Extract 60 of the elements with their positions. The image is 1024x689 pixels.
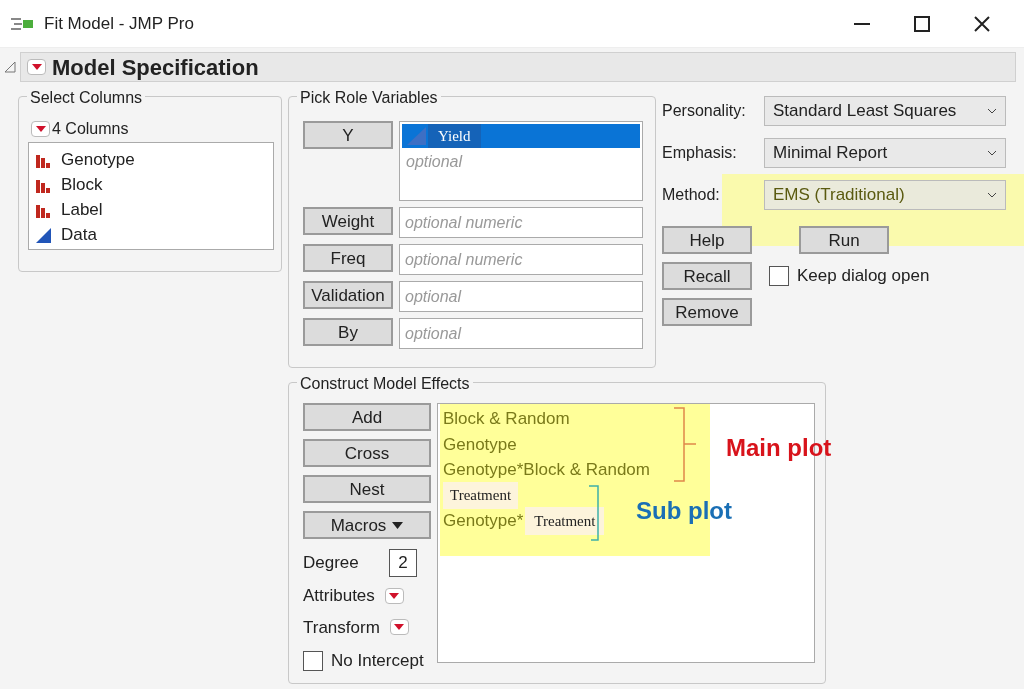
transform-label: Transform bbox=[303, 616, 380, 639]
column-item[interactable]: Label bbox=[29, 197, 273, 222]
degree-label: Degree bbox=[303, 552, 359, 575]
placeholder-text: optional bbox=[405, 152, 464, 172]
attributes-label: Attributes bbox=[303, 585, 375, 607]
effect-item[interactable]: Genotype*Block & Random bbox=[443, 457, 650, 483]
column-item[interactable]: Data bbox=[29, 222, 273, 247]
remove-button[interactable]: Remove bbox=[662, 298, 752, 326]
close-icon[interactable] bbox=[974, 15, 990, 32]
caret-icon bbox=[392, 521, 404, 529]
role-field[interactable]: optional bbox=[399, 318, 643, 349]
role-button[interactable]: Validation bbox=[303, 281, 393, 309]
checkbox-label: Keep dialog open bbox=[797, 265, 930, 288]
minimize-icon[interactable] bbox=[854, 22, 870, 25]
column-count: 4 Columns bbox=[52, 119, 129, 139]
role-button[interactable]: Y bbox=[303, 121, 393, 149]
dropdown[interactable]: Minimal Report bbox=[764, 138, 1006, 168]
recall-button[interactable]: Recall bbox=[662, 262, 752, 290]
maximize-icon[interactable] bbox=[914, 15, 930, 32]
effect-item[interactable]: Block & Random bbox=[443, 406, 570, 432]
role-item[interactable]: Yield bbox=[402, 124, 640, 148]
sub-plot-label: Sub plot bbox=[636, 496, 732, 526]
app-icon bbox=[10, 15, 36, 32]
role-field[interactable]: optional bbox=[399, 281, 643, 312]
column-item[interactable]: Genotype bbox=[29, 147, 273, 172]
dropdown[interactable]: EMS (Traditional) bbox=[764, 180, 1006, 210]
effect-item[interactable]: Genotype* bbox=[443, 508, 524, 534]
effect-item[interactable]: Treatment bbox=[525, 506, 605, 535]
effect-button[interactable]: Cross bbox=[303, 439, 431, 467]
role-button[interactable]: By bbox=[303, 318, 393, 346]
checkbox-label: No Intercept bbox=[331, 650, 424, 672]
macros-button[interactable]: Macros bbox=[303, 511, 431, 539]
effect-button[interactable]: Add bbox=[303, 403, 431, 431]
run-button[interactable]: Run bbox=[799, 226, 889, 254]
column-item[interactable]: Block bbox=[29, 172, 273, 197]
window-title: Fit Model - JMP Pro bbox=[44, 12, 194, 35]
help-button[interactable]: Help bbox=[662, 226, 752, 254]
triangle-icon bbox=[35, 226, 51, 243]
role-list[interactable]: Yield optional bbox=[399, 121, 643, 201]
triangle-icon bbox=[406, 126, 428, 146]
degree-field[interactable]: 2 bbox=[389, 549, 417, 577]
role-button[interactable]: Weight bbox=[303, 207, 393, 235]
section-title: Model Specification bbox=[52, 53, 259, 82]
effect-item[interactable]: Treatment bbox=[443, 482, 519, 509]
role-field[interactable]: optional numeric bbox=[399, 207, 643, 238]
role-field[interactable]: optional numeric bbox=[399, 244, 643, 275]
role-button[interactable]: Freq bbox=[303, 244, 393, 272]
main-plot-label: Main plot bbox=[726, 433, 832, 463]
chevron-icon bbox=[987, 192, 997, 198]
checkbox[interactable] bbox=[303, 650, 323, 671]
setting-label: Method: bbox=[662, 185, 721, 205]
effect-item[interactable]: Genotype bbox=[443, 431, 517, 457]
setting-label: Personality: bbox=[662, 101, 747, 121]
chevron-icon bbox=[987, 150, 997, 156]
checkbox[interactable] bbox=[769, 266, 789, 286]
dropdown[interactable]: Standard Least Squares bbox=[764, 96, 1006, 126]
setting-label: Emphasis: bbox=[662, 143, 738, 163]
effect-button[interactable]: Nest bbox=[303, 475, 431, 503]
chevron-icon bbox=[987, 108, 997, 114]
disclosure-icon[interactable] bbox=[4, 61, 16, 73]
